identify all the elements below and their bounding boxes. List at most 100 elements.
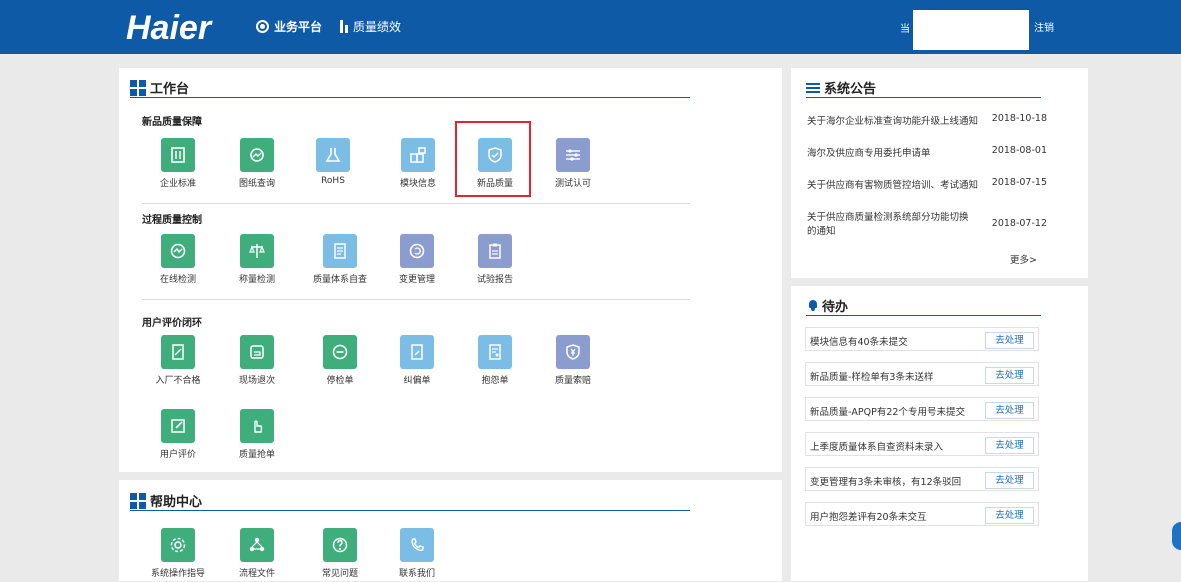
image-search-icon [240,138,274,172]
notice-text: 关于供应商质量检测系统部分功能切换的通知 [807,212,969,237]
floating-action-button[interactable] [1172,522,1181,550]
tile-quality-claim[interactable]: 质量索赔 [538,335,608,389]
heading-underline [806,315,1041,316]
tile-label: 图纸查询 [238,179,275,189]
tile-label: 流程文件 [238,569,275,579]
tile-label: RoHS [321,176,345,186]
process-button[interactable]: 去处理 [985,472,1034,489]
system-notice-heading: 系统公告 [806,78,876,97]
tile-contact-us[interactable]: 联系我们 [382,528,452,582]
heading-underline [130,510,690,511]
form-icon [478,335,512,369]
tile-enterprise-standard[interactable]: 企业标准 [143,138,213,192]
nav-business-platform[interactable]: 业务平台 [256,17,322,35]
return-icon [240,335,274,369]
process-button[interactable]: 去处理 [985,367,1034,384]
process-button[interactable]: 去处理 [985,332,1034,349]
notice-text: 关于海尔企业标准查询功能升级上线通知 [807,116,979,127]
tile-label: 抱怨单 [481,376,509,386]
notice-item[interactable]: 关于供应商有害物质管控培训、考试通知 2018-07-15 [807,177,1047,191]
todo-text: 用户抱怨差评有20条未交互 [810,512,927,523]
question-icon [323,528,357,562]
tile-label: 联系我们 [398,569,435,579]
tile-label: 系统操作指导 [150,569,205,579]
tile-faq[interactable]: 常见问题 [305,528,375,582]
tile-complaint-order[interactable]: 抱怨单 [460,335,530,389]
heading-underline [806,97,1041,98]
todo-title: 待办 [822,300,849,315]
todo-item: 上季度质量体系自查资料未录入 去处理 [805,432,1039,456]
bell-icon [808,300,818,311]
tile-label: 入厂不合格 [155,376,201,386]
highlight-box [455,121,531,197]
tile-process-documents[interactable]: 流程文件 [222,528,292,582]
tile-drawing-query[interactable]: 图纸查询 [222,138,292,192]
refresh-icon [400,234,434,268]
gear-icon [161,528,195,562]
process-button[interactable]: 去处理 [985,402,1034,419]
tile-user-evaluation[interactable]: 用户评价 [143,409,213,463]
yen-shield-icon [556,335,590,369]
todo-text: 新品质量-APQP有22个专用号未提交 [810,407,965,418]
tile-change-management[interactable]: 变更管理 [382,234,452,288]
tile-module-info[interactable]: 模块信息 [383,138,453,192]
notice-text: 海尔及供应商专用委托申请单 [807,148,931,159]
flask-icon [316,138,350,172]
logout-link[interactable]: 注销 [1034,19,1054,34]
minus-circle-icon [323,335,357,369]
tile-rohs[interactable]: RoHS [298,138,368,192]
help-center-heading: 帮助中心 [130,491,202,510]
tile-incoming-nonconforming[interactable]: 入厂不合格 [143,335,213,389]
document-icon [323,234,357,268]
tile-label: 变更管理 [398,275,435,285]
tile-label: 质量索赔 [554,376,591,386]
tile-label: 质量抢单 [238,450,275,460]
workbench-title: 工作台 [150,82,190,97]
user-name-redacted [913,10,1029,50]
process-button[interactable]: 去处理 [985,437,1034,454]
tile-correction-order[interactable]: 纠偏单 [382,335,452,389]
tile-quality-grab-order[interactable]: 质量抢单 [222,409,292,463]
section-title: 新品质量保障 [142,117,202,128]
tile-system-guide[interactable]: 系统操作指导 [143,528,213,582]
notice-date: 2018-10-18 [991,113,1047,124]
phone-icon [400,528,434,562]
notice-text: 关于供应商有害物质管控培训、考试通知 [807,180,979,191]
more-link[interactable]: 更多> [1010,252,1037,266]
tile-online-inspection[interactable]: 在线检测 [143,234,213,288]
tile-onsite-return[interactable]: 现场退次 [222,335,292,389]
tile-quality-system-self-check[interactable]: 质量体系自查 [305,234,375,288]
system-notice-panel [791,68,1088,278]
todo-text: 上季度质量体系自查资料未录入 [810,442,944,453]
heading-underline [130,97,690,98]
nav-quality-performance[interactable]: 质量绩效 [340,17,401,35]
todo-text: 新品质量-样检单有3条未送样 [810,372,934,383]
tile-label: 试验报告 [476,275,513,285]
haier-logo[interactable]: Haier [126,8,211,48]
edit-document-icon [161,335,195,369]
scale-icon [240,234,274,268]
tile-label: 企业标准 [159,179,196,189]
tile-label: 纠偏单 [403,376,431,386]
tile-weighing-inspection[interactable]: 称量检测 [222,234,292,288]
todo-item: 模块信息有40条未提交 去处理 [805,327,1039,351]
tile-label: 停检单 [326,376,354,386]
section-title: 用户评价闭环 [142,318,202,329]
process-button[interactable]: 去处理 [985,507,1034,524]
notice-item[interactable]: 关于海尔企业标准查询功能升级上线通知 2018-10-18 [807,113,1047,127]
tile-stop-inspection[interactable]: 停检单 [305,335,375,389]
section-divider [142,203,690,204]
tile-label: 常见问题 [321,569,358,579]
nav-label: 质量绩效 [353,19,402,34]
workbench-heading: 工作台 [130,78,189,97]
edit-icon [161,409,195,443]
tile-label: 测试认可 [554,179,591,189]
notice-date: 2018-07-12 [991,218,1047,229]
notice-item[interactable]: 海尔及供应商专用委托申请单 2018-08-01 [807,145,1047,159]
tile-test-report[interactable]: 试验报告 [460,234,530,288]
sliders-icon [556,138,590,172]
nav-label: 业务平台 [274,19,323,34]
notice-item[interactable]: 关于供应商质量检测系统部分功能切换的通知 2018-07-12 [807,211,1047,239]
tile-test-certification[interactable]: 测试认可 [538,138,608,192]
building-icon [161,138,195,172]
